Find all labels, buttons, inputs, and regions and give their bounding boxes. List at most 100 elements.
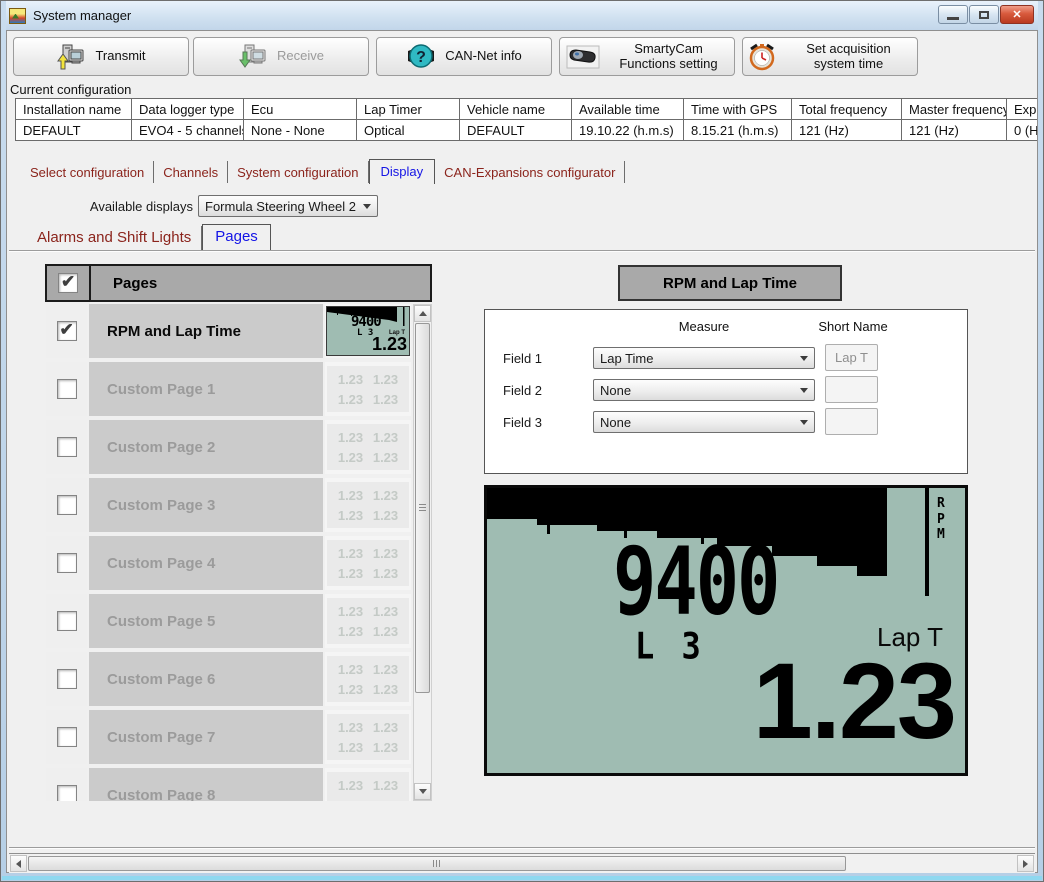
list-item-custom-page-8[interactable]: Custom Page 8 1.231.23 1.231.23 — [46, 768, 411, 801]
page-thumbnail[interactable]: 1.231.23 1.231.23 — [325, 478, 411, 532]
current-configuration-table: Installation name Data logger type Ecu L… — [15, 98, 1037, 142]
col-vehicle-name: Vehicle name — [460, 99, 572, 120]
chevron-down-icon — [363, 204, 371, 209]
page-thumbnail[interactable]: 1.231.23 1.231.23 — [325, 536, 411, 590]
page-name: Custom Page 6 — [107, 671, 215, 688]
scrollbar-thumb[interactable] — [415, 323, 430, 693]
set-acquisition-time-label: Set acquisition system time — [785, 42, 913, 72]
mini-lap-text: L 3 — [357, 328, 373, 338]
scroll-up-button[interactable] — [414, 305, 431, 322]
page-thumbnail[interactable]: 1.231.23 1.231.23 — [325, 768, 411, 801]
set-acquisition-time-button[interactable]: Set acquisition system time — [742, 37, 918, 76]
page-checkbox[interactable] — [57, 727, 77, 747]
title-bar[interactable]: System manager ✕ — [6, 1, 1038, 30]
field3-measure-select[interactable]: None — [593, 411, 815, 433]
page-thumbnail[interactable]: 1.231.23 1.231.23 — [325, 420, 411, 474]
list-item-custom-page-7[interactable]: Custom Page 7 1.231.23 1.231.23 — [46, 710, 411, 764]
tab-can-expansions-configurator[interactable]: CAN-Expansions configurator — [435, 161, 625, 183]
list-item-rpm-and-lap-time[interactable]: ✔ RPM and Lap Time 9400 L 3 Lap T 1.23 — [46, 304, 411, 358]
display-preview: RPM 9400 L 3 Lap T 1.23 — [484, 485, 968, 776]
can-net-info-button[interactable]: ? CAN-Net info — [376, 37, 552, 76]
transmit-icon — [56, 43, 86, 70]
available-displays-select[interactable]: Formula Steering Wheel 2 — [198, 195, 378, 217]
cell-master-frequency: 121 (Hz) — [902, 120, 1007, 141]
lap-time-value: 1.23 — [753, 644, 955, 757]
cell-vehicle-name: DEFAULT — [460, 120, 572, 141]
page-name: Custom Page 1 — [107, 381, 215, 398]
divider — [89, 266, 91, 300]
horizontal-scrollbar[interactable] — [9, 853, 1035, 873]
svg-text:?: ? — [416, 49, 426, 66]
col-available-time: Available time — [572, 99, 684, 120]
page-thumbnail[interactable]: 1.231.23 1.231.23 — [325, 594, 411, 648]
maximize-button[interactable] — [969, 5, 999, 24]
page-checkbox[interactable]: ✔ — [57, 321, 77, 341]
cell-total-frequency: 121 (Hz) — [792, 120, 902, 141]
tab-alarms-shift-lights[interactable]: Alarms and Shift Lights — [27, 226, 202, 250]
smartycam-icon — [566, 45, 600, 69]
field3-measure-value: None — [600, 415, 631, 430]
tab-select-configuration[interactable]: Select configuration — [21, 161, 154, 183]
pages-scrollbar[interactable] — [413, 304, 432, 801]
list-item-custom-page-4[interactable]: Custom Page 4 1.231.23 1.231.23 — [46, 536, 411, 590]
col-lap-timer: Lap Timer — [357, 99, 460, 120]
field2-label: Field 2 — [503, 383, 542, 398]
pages-header-checkbox[interactable]: ✔ — [58, 273, 78, 293]
col-exp: Exp — [1007, 99, 1038, 120]
close-icon: ✕ — [1012, 8, 1021, 21]
field1-measure-value: Lap Time — [600, 351, 653, 366]
tab-system-configuration[interactable]: System configuration — [228, 161, 368, 183]
tab-pages[interactable]: Pages — [202, 224, 271, 251]
pages-header-title: Pages — [113, 275, 157, 292]
display-subtabs: Alarms and Shift Lights Pages — [27, 223, 271, 250]
page-checkbox[interactable] — [57, 669, 77, 689]
main-tabs: Select configuration Channels System con… — [21, 159, 625, 183]
field1-label: Field 1 — [503, 351, 542, 366]
chevron-down-icon — [800, 420, 808, 425]
page-checkbox[interactable] — [57, 553, 77, 573]
selected-page-title: RPM and Lap Time — [618, 265, 842, 301]
minimize-icon — [947, 17, 959, 20]
scroll-left-button[interactable] — [10, 855, 27, 872]
page-thumbnail[interactable]: 1.231.23 1.231.23 — [325, 710, 411, 764]
page-name: RPM and Lap Time — [107, 323, 241, 340]
minimize-button[interactable] — [938, 5, 968, 24]
mini-lap-time: 1.23 — [372, 334, 407, 355]
field3-short-name-input[interactable] — [825, 408, 878, 435]
page-checkbox[interactable] — [57, 785, 77, 801]
check-icon: ✔ — [60, 320, 74, 340]
smartycam-functions-button[interactable]: SmartyCam Functions setting — [559, 37, 735, 76]
page-name: Custom Page 5 — [107, 613, 215, 630]
tab-channels[interactable]: Channels — [154, 161, 228, 183]
page-thumbnail[interactable]: 1.231.23 1.231.23 — [325, 652, 411, 706]
page-checkbox[interactable] — [57, 611, 77, 631]
page-checkbox[interactable] — [57, 437, 77, 457]
fields-panel: Measure Short Name Field 1 Lap Time Lap … — [484, 309, 968, 474]
cell-data-logger-type: EVO4 - 5 channels — [132, 120, 244, 141]
list-item-custom-page-1[interactable]: Custom Page 1 1.231.23 1.231.23 — [46, 362, 411, 416]
field1-short-name-input[interactable]: Lap T — [825, 344, 878, 371]
scroll-down-button[interactable] — [414, 783, 431, 800]
measure-header: Measure — [593, 319, 815, 334]
page-checkbox[interactable] — [57, 379, 77, 399]
page-thumbnail[interactable]: 9400 L 3 Lap T 1.23 — [325, 304, 411, 358]
field2-short-name-input[interactable] — [825, 376, 878, 403]
arrow-right-icon — [1023, 860, 1028, 868]
page-name: Custom Page 4 — [107, 555, 215, 572]
list-item-custom-page-5[interactable]: Custom Page 5 1.231.23 1.231.23 — [46, 594, 411, 648]
scroll-right-button[interactable] — [1017, 855, 1034, 872]
field2-measure-select[interactable]: None — [593, 379, 815, 401]
tab-display[interactable]: Display — [369, 159, 436, 184]
field1-measure-select[interactable]: Lap Time — [593, 347, 815, 369]
list-item-custom-page-6[interactable]: Custom Page 6 1.231.23 1.231.23 — [46, 652, 411, 706]
transmit-button[interactable]: Transmit — [13, 37, 189, 76]
col-total-frequency: Total frequency — [792, 99, 902, 120]
scrollbar-thumb[interactable] — [28, 856, 846, 871]
receive-button[interactable]: Receive — [193, 37, 369, 76]
list-item-custom-page-3[interactable]: Custom Page 3 1.231.23 1.231.23 — [46, 478, 411, 532]
page-checkbox[interactable] — [57, 495, 77, 515]
page-thumbnail[interactable]: 1.231.23 1.231.23 — [325, 362, 411, 416]
col-master-frequency: Master frequency — [902, 99, 1007, 120]
close-button[interactable]: ✕ — [1000, 5, 1034, 24]
list-item-custom-page-2[interactable]: Custom Page 2 1.231.23 1.231.23 — [46, 420, 411, 474]
